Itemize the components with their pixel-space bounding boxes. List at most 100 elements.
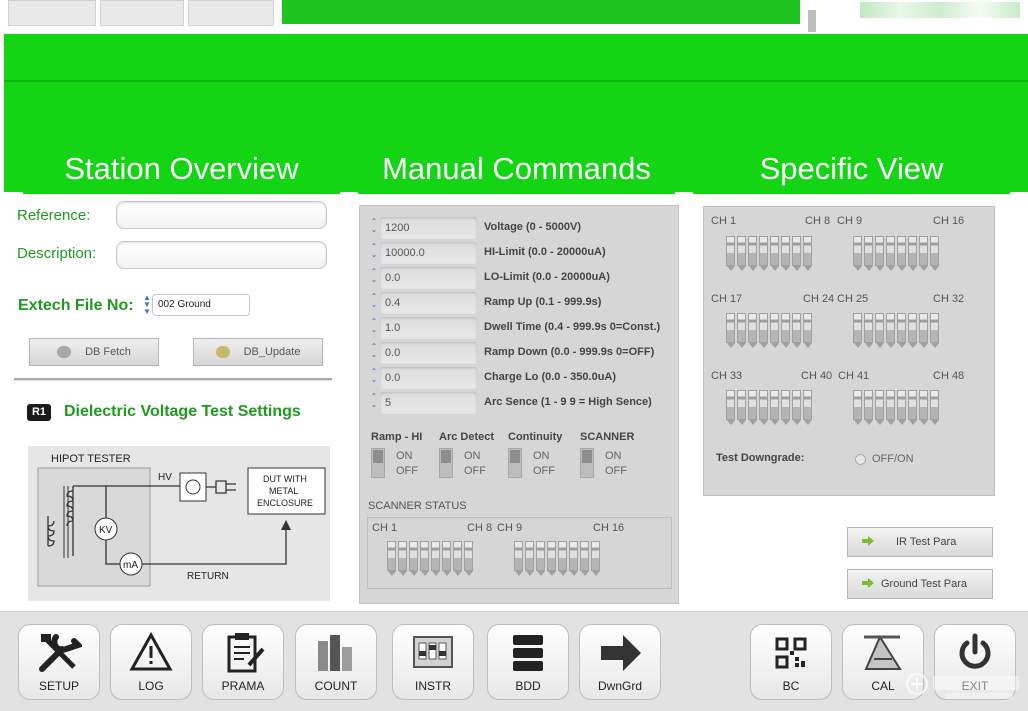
db-update-button[interactable]: DB_Update: [193, 338, 323, 366]
dwell-time-row[interactable]: ⌃ ⌄ 1.0 Dwell Time (0.4 - 999.9s 0=Const.): [370, 317, 676, 339]
arc-detect-toggle[interactable]: ON OFF: [439, 448, 499, 482]
dip-switch[interactable]: [803, 390, 812, 420]
setup-button[interactable]: SETUP: [18, 624, 100, 700]
test-downgrade-radio[interactable]: [855, 454, 866, 465]
dip-switch[interactable]: [737, 313, 746, 343]
bc-button[interactable]: BC: [750, 624, 832, 700]
lo-limit-spinner[interactable]: ⌃ ⌄: [370, 268, 378, 284]
dip-switch[interactable]: [897, 236, 906, 266]
dip-switch[interactable]: [748, 390, 757, 420]
tab-specific-view[interactable]: Specific View: [693, 142, 1010, 194]
instr-button[interactable]: INSTR: [392, 624, 474, 700]
dip-switch[interactable]: [781, 236, 790, 266]
dip-switch[interactable]: [853, 236, 862, 266]
dip-switch[interactable]: [864, 236, 873, 266]
charge-lo-input[interactable]: 0.0: [380, 367, 477, 389]
ramp-hi-toggle[interactable]: ON OFF: [371, 448, 431, 482]
ramp-up-spinner[interactable]: ⌃ ⌄: [370, 293, 378, 309]
dwell-time-input[interactable]: 1.0: [380, 317, 477, 339]
dip-switch[interactable]: [908, 313, 917, 343]
ramp-down-spinner[interactable]: ⌃ ⌄: [370, 343, 378, 359]
scanner-switch-bank[interactable]: [514, 541, 604, 577]
dip-switch[interactable]: [781, 390, 790, 420]
dip-switch[interactable]: [514, 541, 523, 571]
log-button[interactable]: LOG: [110, 624, 192, 700]
dip-switch[interactable]: [886, 390, 895, 420]
ramp-up-row[interactable]: ⌃ ⌄ 0.4 Ramp Up (0.1 - 999.9s): [370, 292, 676, 314]
dip-switch[interactable]: [442, 541, 451, 571]
dip-switch[interactable]: [864, 390, 873, 420]
dip-switch[interactable]: [737, 236, 746, 266]
hi-limit-row[interactable]: ⌃ ⌄ 10000.0 HI-Limit (0.0 - 20000uA): [370, 242, 676, 264]
dip-switch[interactable]: [591, 541, 600, 571]
file-no-spinner[interactable]: ▲ ▼ ▼: [143, 294, 151, 316]
dip-switch[interactable]: [580, 541, 589, 571]
dip-switch[interactable]: [387, 541, 396, 571]
dip-switch[interactable]: [803, 313, 812, 343]
dip-switch[interactable]: [897, 390, 906, 420]
dip-switch[interactable]: [398, 541, 407, 571]
voltage-row[interactable]: ⌃ ⌄ 1200 Voltage (0 - 5000V): [370, 217, 676, 239]
ramp-down-row[interactable]: ⌃ ⌄ 0.0 Ramp Down (0.0 - 999.9s 0=OFF): [370, 342, 676, 364]
dip-switch[interactable]: [525, 541, 534, 571]
dip-switch[interactable]: [748, 236, 757, 266]
ir-test-para-button[interactable]: IR Test Para: [847, 527, 993, 557]
dip-switch[interactable]: [930, 313, 939, 343]
dip-switch[interactable]: [748, 313, 757, 343]
dip-switch[interactable]: [875, 390, 884, 420]
tab-station-overview[interactable]: Station Overview: [23, 142, 340, 194]
charge-lo-spinner[interactable]: ⌃ ⌄: [370, 368, 378, 384]
hi-limit-input[interactable]: 10000.0: [380, 242, 477, 264]
arc-sence-spinner[interactable]: ⌃ ⌄: [370, 393, 378, 409]
dip-switch[interactable]: [919, 390, 928, 420]
arc-sence-input[interactable]: 5: [380, 392, 477, 414]
dip-switch[interactable]: [464, 541, 473, 571]
dip-switch[interactable]: [770, 313, 779, 343]
switch-bank-ch25-32[interactable]: [853, 313, 943, 349]
dip-switch[interactable]: [875, 313, 884, 343]
dip-switch[interactable]: [897, 313, 906, 343]
dwngrd-button[interactable]: DwnGrd: [579, 624, 661, 700]
dwell-time-spinner[interactable]: ⌃ ⌄: [370, 318, 378, 334]
charge-lo-row[interactable]: ⌃ ⌄ 0.0 Charge Lo (0.0 - 350.0uA): [370, 367, 676, 389]
lo-limit-row[interactable]: ⌃ ⌄ 0.0 LO-Limit (0.0 - 20000uA): [370, 267, 676, 289]
dip-switch[interactable]: [737, 390, 746, 420]
switch-bank-ch41-48[interactable]: [853, 390, 943, 426]
dip-switch[interactable]: [908, 236, 917, 266]
dip-switch[interactable]: [569, 541, 578, 571]
voltage-spinner[interactable]: ⌃ ⌄: [370, 218, 378, 234]
dip-switch[interactable]: [547, 541, 556, 571]
file-no-input[interactable]: 002 Ground: [152, 294, 250, 316]
ramp-down-input[interactable]: 0.0: [380, 342, 477, 364]
ramp-up-input[interactable]: 0.4: [380, 292, 477, 314]
switch-bank-ch33-40[interactable]: [726, 390, 816, 426]
dip-switch[interactable]: [864, 313, 873, 343]
dip-switch[interactable]: [792, 313, 801, 343]
dip-switch[interactable]: [420, 541, 429, 571]
dip-switch[interactable]: [792, 390, 801, 420]
switch-bank-ch17-24[interactable]: [726, 313, 816, 349]
dip-switch[interactable]: [770, 236, 779, 266]
bdd-button[interactable]: BDD: [487, 624, 569, 700]
dip-switch[interactable]: [853, 390, 862, 420]
dip-switch[interactable]: [536, 541, 545, 571]
voltage-input[interactable]: 1200: [380, 217, 477, 239]
dip-switch[interactable]: [930, 390, 939, 420]
dip-switch[interactable]: [770, 390, 779, 420]
dip-switch[interactable]: [886, 236, 895, 266]
db-fetch-button[interactable]: DB Fetch: [29, 338, 159, 366]
lo-limit-input[interactable]: 0.0: [380, 267, 477, 289]
dip-switch[interactable]: [792, 236, 801, 266]
dip-switch[interactable]: [409, 541, 418, 571]
switch-bank-ch9-16[interactable]: [853, 236, 943, 272]
dip-switch[interactable]: [781, 313, 790, 343]
scanner-switch-bank[interactable]: [387, 541, 477, 577]
count-button[interactable]: COUNT: [295, 624, 377, 700]
dip-switch[interactable]: [726, 390, 735, 420]
hi-limit-spinner[interactable]: ⌃ ⌄: [370, 243, 378, 259]
arc-sence-row[interactable]: ⌃ ⌄ 5 Arc Sence (1 - 9 9 = High Sence): [370, 392, 676, 414]
description-input[interactable]: [116, 241, 327, 269]
switch-bank-ch1-8[interactable]: [726, 236, 816, 272]
dip-switch[interactable]: [930, 236, 939, 266]
dip-switch[interactable]: [726, 236, 735, 266]
